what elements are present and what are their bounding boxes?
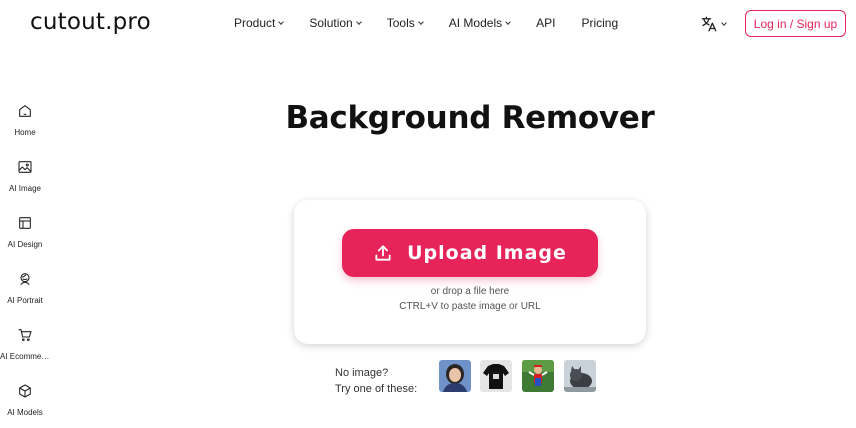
samples-line-2: Try one of these: <box>335 383 418 395</box>
top-header: cutout.pro Product Solution Tools AI Mod… <box>0 0 856 48</box>
samples-line-1: No image? <box>335 367 389 379</box>
cart-icon <box>18 329 32 341</box>
sample-thumb-mario[interactable] <box>522 360 554 392</box>
upload-image-button[interactable]: Upload Image <box>342 229 598 277</box>
sample-image-portrait <box>439 360 471 392</box>
chevron-down-icon <box>417 18 424 25</box>
nav-tools[interactable]: Tools <box>386 16 424 30</box>
nav-product-label: Product <box>234 16 276 30</box>
paste-hint: CTRL+V to paste image or URL <box>399 301 541 312</box>
upload-button-label: Upload Image <box>407 242 567 264</box>
image-icon <box>18 161 32 173</box>
chevron-down-icon <box>505 18 511 25</box>
nav-product[interactable]: Product <box>234 16 285 30</box>
sidebar-item-label: AI Ecommer... <box>0 352 50 361</box>
chevron-down-icon <box>355 18 362 25</box>
nav-pricing-label: Pricing <box>581 16 619 30</box>
sample-image-shirt <box>480 360 512 392</box>
sidebar-item-label: AI Image <box>8 184 41 193</box>
nav-ai-models-label: AI Models <box>448 16 503 30</box>
upload-icon <box>375 245 391 261</box>
logo[interactable]: cutout.pro <box>30 9 151 35</box>
chevron-down-icon <box>278 18 285 25</box>
sample-image-animal <box>564 360 596 392</box>
drop-hint: or drop a file here <box>430 286 510 297</box>
page-title: Background Remover <box>285 100 655 136</box>
upload-dropzone[interactable]: Upload Image or drop a file here CTRL+V … <box>294 200 646 344</box>
nav-solution[interactable]: Solution <box>309 16 362 30</box>
translate-icon <box>701 16 717 32</box>
sidebar-item-ai-portrait[interactable]: AI Portrait <box>0 271 50 321</box>
nav-api-label: API <box>536 16 556 30</box>
nav-tools-label: Tools <box>386 16 415 30</box>
sample-image-figure <box>522 360 554 392</box>
sidebar-item-ai-design[interactable]: AI Design <box>0 215 50 265</box>
nav-pricing[interactable]: Pricing <box>581 16 618 30</box>
layout-icon <box>19 217 31 229</box>
sample-thumb-girl[interactable] <box>439 360 471 392</box>
sidebar-item-ai-ecommerce[interactable]: AI Ecommer... <box>0 327 50 377</box>
nav-api[interactable]: API <box>536 16 555 30</box>
sample-thumb-cat[interactable] <box>564 360 596 392</box>
sample-thumb-shirt[interactable] <box>480 360 512 392</box>
main-nav: Product Solution Tools AI Models API Pri… <box>234 16 644 30</box>
nav-solution-label: Solution <box>309 16 353 30</box>
portrait-icon <box>20 273 30 285</box>
chevron-down-icon <box>721 19 727 26</box>
login-signup-button[interactable]: Log in / Sign up <box>745 10 846 37</box>
cube-icon <box>19 384 31 398</box>
sidebar-item-label: AI Portrait <box>7 296 43 305</box>
sidebar-item-ai-models[interactable]: AI Models <box>0 383 50 428</box>
nav-ai-models[interactable]: AI Models <box>448 16 511 30</box>
sample-images: No image? Try one of these: <box>335 360 596 397</box>
sidebar-item-label: AI Design <box>7 240 43 249</box>
sidebar-item-ai-image[interactable]: AI Image <box>0 159 50 209</box>
language-selector[interactable] <box>700 15 727 33</box>
sidebar-item-label: AI Models <box>7 408 43 417</box>
